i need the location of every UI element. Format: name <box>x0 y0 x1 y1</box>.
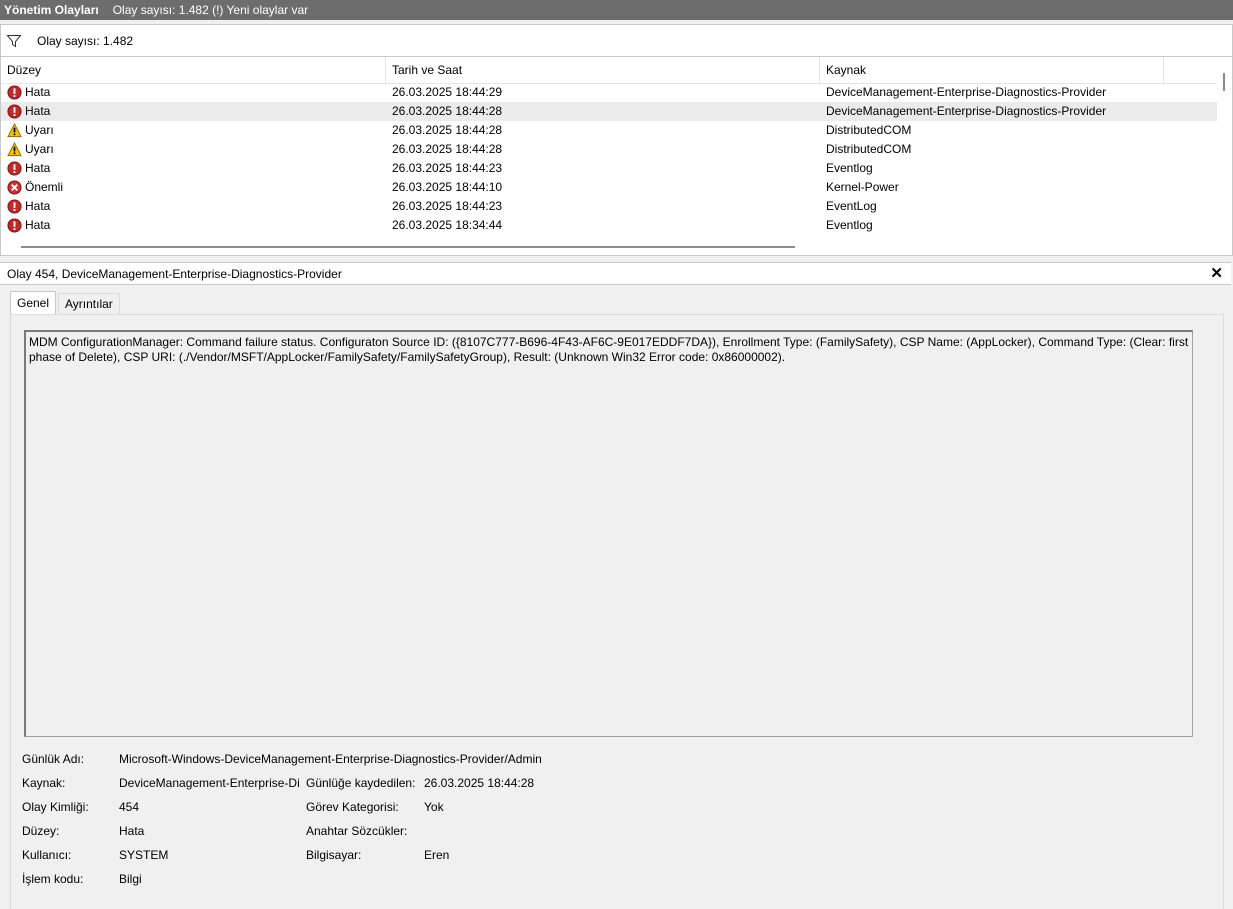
datetime-cell: 26.03.2025 18:44:23 <box>392 199 503 213</box>
event-list-header: Düzey Tarih ve Saat Kaynak <box>1 57 1217 84</box>
close-icon[interactable]: ✕ <box>1210 264 1223 282</box>
table-row[interactable]: Hata 26.03.2025 18:44:29 DeviceManagement-… <box>1 83 1217 102</box>
source-cell: DistributedCOM <box>826 142 912 156</box>
datetime-cell: 26.03.2025 18:44:10 <box>392 180 503 194</box>
filter-bar: Olay sayısı: 1.482 <box>0 24 1233 57</box>
level-text: Uyarı <box>25 123 54 137</box>
error-icon <box>7 104 22 119</box>
level-text: Hata <box>25 104 51 118</box>
error-icon <box>7 161 22 176</box>
log-name-value: Microsoft-Windows-DeviceManagement-Enter… <box>119 752 542 766</box>
event-count-status: Olay sayısı: 1.482 (!) Yeni olaylar var <box>112 3 309 17</box>
vertical-scrollbar[interactable] <box>1217 57 1232 255</box>
error-icon <box>7 218 22 233</box>
filter-count-text: Olay sayısı: 1.482 <box>37 34 134 48</box>
source-label: Kaynak: <box>22 776 66 790</box>
source-cell: Kernel-Power <box>826 180 899 194</box>
table-row[interactable]: Hata 26.03.2025 18:44:23 EventLog <box>1 197 1217 216</box>
event-detail-header: Olay 454, DeviceManagement-Enterprise-Di… <box>0 262 1231 285</box>
critical-icon <box>7 180 22 195</box>
table-row[interactable]: Hata 26.03.2025 18:34:44 Eventlog <box>1 216 1217 235</box>
logged-value: 26.03.2025 18:44:28 <box>424 776 535 790</box>
user-label: Kullanıcı: <box>22 848 72 862</box>
event-message-box[interactable]: MDM ConfigurationManager: Command failur… <box>24 330 1193 737</box>
level-label: Düzey: <box>22 824 60 838</box>
source-cell: DeviceManagement-Enterprise-Diagnostics-… <box>826 104 1107 118</box>
datetime-cell: 26.03.2025 18:44:29 <box>392 85 503 99</box>
datetime-cell: 26.03.2025 18:44:28 <box>392 104 503 118</box>
tab-general[interactable]: Genel <box>10 291 57 315</box>
error-icon <box>7 199 22 214</box>
opcode-label: İşlem kodu: <box>22 872 84 886</box>
level-cell: Hata <box>7 159 50 178</box>
table-row[interactable]: Uyarı 26.03.2025 18:44:28 DistributedCOM <box>1 121 1217 140</box>
error-icon <box>7 85 22 100</box>
logged-label: Günlüğe kaydedilen: <box>306 776 416 790</box>
table-row[interactable]: Önemli 26.03.2025 18:44:10 Kernel-Power <box>1 178 1217 197</box>
level-cell: Önemli <box>7 178 63 197</box>
event-list[interactable]: Düzey Tarih ve Saat Kaynak Hata 26.03.202… <box>0 56 1233 256</box>
vertical-scroll-thumb[interactable] <box>1223 73 1225 91</box>
datetime-cell: 26.03.2025 18:44:28 <box>392 142 503 156</box>
level-text: Hata <box>25 218 51 232</box>
event-id-value: 454 <box>119 800 140 814</box>
opcode-value: Bilgi <box>119 872 142 886</box>
datetime-cell: 26.03.2025 18:34:44 <box>392 218 503 232</box>
table-row[interactable]: Hata 26.03.2025 18:44:23 Eventlog <box>1 159 1217 178</box>
level-text: Önemli <box>25 180 64 194</box>
task-category-value: Yok <box>424 800 444 814</box>
window-titlebar: Yönetim Olayları Olay sayısı: 1.482 (!) … <box>0 0 1233 20</box>
warning-icon <box>7 122 22 138</box>
column-header-level[interactable]: Düzey <box>1 57 386 83</box>
horizontal-scroll-thumb[interactable] <box>21 246 795 248</box>
task-category-label: Görev Kategorisi: <box>306 800 399 814</box>
level-text: Hata <box>25 161 51 175</box>
level-cell: Hata <box>7 102 50 121</box>
table-row[interactable]: Hata 26.03.2025 18:44:28 DeviceManagement-… <box>1 102 1217 121</box>
log-name-label: Günlük Adı: <box>22 752 85 766</box>
source-value: DeviceManagement-Enterprise-Di <box>119 776 300 790</box>
table-row[interactable]: Uyarı 26.03.2025 18:44:28 DistributedCOM <box>1 140 1217 159</box>
tab-details[interactable]: Ayrıntılar <box>58 293 120 314</box>
datetime-cell: 26.03.2025 18:44:28 <box>392 123 503 137</box>
event-rows: Hata 26.03.2025 18:44:29 DeviceManagement-… <box>1 83 1217 235</box>
level-text: Hata <box>25 85 51 99</box>
level-text: Uyarı <box>25 142 54 156</box>
level-cell: Hata <box>7 197 50 216</box>
source-cell: EventLog <box>826 199 877 213</box>
computer-value: Eren <box>424 848 450 862</box>
level-cell: Uyarı <box>7 121 54 140</box>
source-cell: DistributedCOM <box>826 123 912 137</box>
window-title: Yönetim Olayları <box>4 3 99 17</box>
column-header-source[interactable]: Kaynak <box>820 57 1164 83</box>
user-value: SYSTEM <box>119 848 169 862</box>
source-cell: Eventlog <box>826 161 873 175</box>
source-cell: DeviceManagement-Enterprise-Diagnostics-… <box>826 85 1107 99</box>
event-detail-title: Olay 454, DeviceManagement-Enterprise-Di… <box>7 266 342 281</box>
event-id-label: Olay Kimliği: <box>22 800 89 814</box>
level-value: Hata <box>119 824 145 838</box>
level-cell: Hata <box>7 83 50 102</box>
column-header-datetime[interactable]: Tarih ve Saat <box>386 57 820 83</box>
datetime-cell: 26.03.2025 18:44:23 <box>392 161 503 175</box>
level-text: Hata <box>25 199 51 213</box>
level-cell: Hata <box>7 216 50 235</box>
source-cell: Eventlog <box>826 218 873 232</box>
horizontal-scrollbar[interactable] <box>1 240 1217 255</box>
keywords-label: Anahtar Sözcükler: <box>306 824 408 838</box>
computer-label: Bilgisayar: <box>306 848 362 862</box>
event-message-text: MDM ConfigurationManager: Command failur… <box>29 335 1189 364</box>
warning-icon <box>7 141 22 157</box>
level-cell: Uyarı <box>7 140 54 159</box>
filter-icon[interactable] <box>6 33 22 49</box>
